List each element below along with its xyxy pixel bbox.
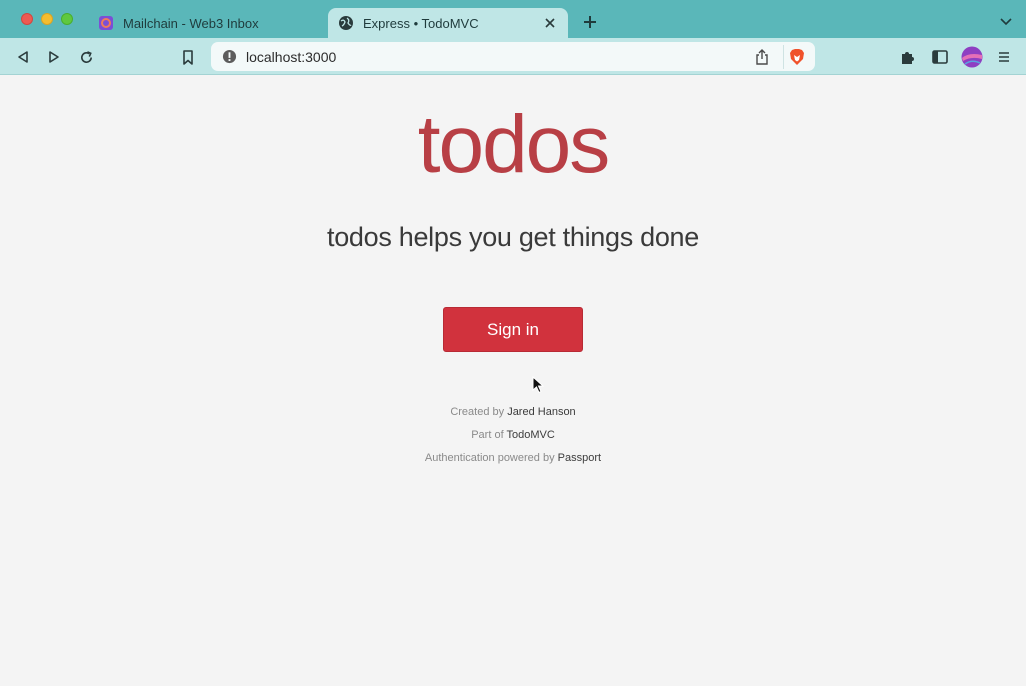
- info-footer: Created by Jared Hanson Part of TodoMVC …: [0, 405, 1026, 474]
- forward-icon: [49, 51, 59, 63]
- sidebar-toggle-button[interactable]: [929, 46, 951, 68]
- address-bar[interactable]: localhost:3000: [211, 42, 815, 71]
- mouse-cursor-icon: [532, 376, 544, 394]
- plus-icon: [584, 16, 596, 28]
- browser-toolbar: localhost:3000: [0, 38, 1026, 75]
- tagline: todos helps you get things done: [327, 222, 699, 252]
- mailchain-icon: [99, 16, 113, 30]
- created-by-prefix: Created by: [450, 406, 505, 418]
- created-by-line: Created by Jared Hanson: [0, 405, 1026, 428]
- site-info-icon[interactable]: [222, 49, 237, 64]
- part-of-prefix: Part of: [471, 429, 504, 441]
- part-of-line: Part of TodoMVC: [0, 428, 1026, 451]
- sidebar-icon: [932, 50, 948, 64]
- sign-in-button[interactable]: Sign in: [443, 307, 583, 352]
- puzzle-icon: [902, 52, 914, 64]
- bookmark-icon: [183, 49, 193, 65]
- globe-icon: [339, 16, 353, 30]
- author-link[interactable]: Jared Hanson: [507, 406, 576, 418]
- avatar: [961, 46, 983, 68]
- url-text[interactable]: localhost:3000: [246, 49, 753, 65]
- page-content: todos todos helps you get things done Si…: [0, 76, 1026, 686]
- auth-line: Authentication powered by Passport: [0, 451, 1026, 474]
- brave-shields-button[interactable]: [783, 44, 809, 69]
- reload-button[interactable]: [75, 46, 97, 68]
- tab-mailchain[interactable]: Mailchain - Web3 Inbox: [88, 8, 324, 38]
- forward-button[interactable]: [43, 46, 65, 68]
- brave-lion-icon: [789, 48, 804, 65]
- hamburger-icon: [999, 52, 1009, 62]
- back-button[interactable]: [12, 46, 34, 68]
- extensions-button[interactable]: [897, 46, 919, 68]
- close-window-button[interactable]: [21, 13, 33, 25]
- tab-search-button[interactable]: [996, 12, 1016, 32]
- auth-prefix: Authentication powered by: [424, 452, 555, 464]
- todos-logo: todos: [417, 99, 611, 190]
- share-icon: [756, 48, 768, 65]
- chevron-down-icon: [1000, 18, 1012, 26]
- tab-title: Mailchain - Web3 Inbox: [123, 15, 259, 31]
- menu-button[interactable]: [993, 46, 1015, 68]
- todomvc-link[interactable]: TodoMVC: [506, 429, 554, 441]
- share-button[interactable]: [753, 48, 771, 66]
- tab-express-todomvc[interactable]: Express • TodoMVC: [328, 8, 568, 38]
- reload-icon: [80, 50, 92, 63]
- new-tab-button[interactable]: [580, 12, 600, 32]
- tab-bar: Mailchain - Web3 Inbox Express • TodoMVC: [0, 0, 1026, 38]
- bookmark-button[interactable]: [177, 46, 199, 68]
- profile-button[interactable]: [961, 46, 983, 68]
- close-icon: [545, 18, 555, 28]
- tab-title: Express • TodoMVC: [363, 15, 479, 31]
- back-icon: [18, 51, 28, 63]
- minimize-window-button[interactable]: [41, 13, 53, 25]
- passport-link[interactable]: Passport: [558, 452, 601, 464]
- maximize-window-button[interactable]: [61, 13, 73, 25]
- close-tab-button[interactable]: [542, 15, 558, 31]
